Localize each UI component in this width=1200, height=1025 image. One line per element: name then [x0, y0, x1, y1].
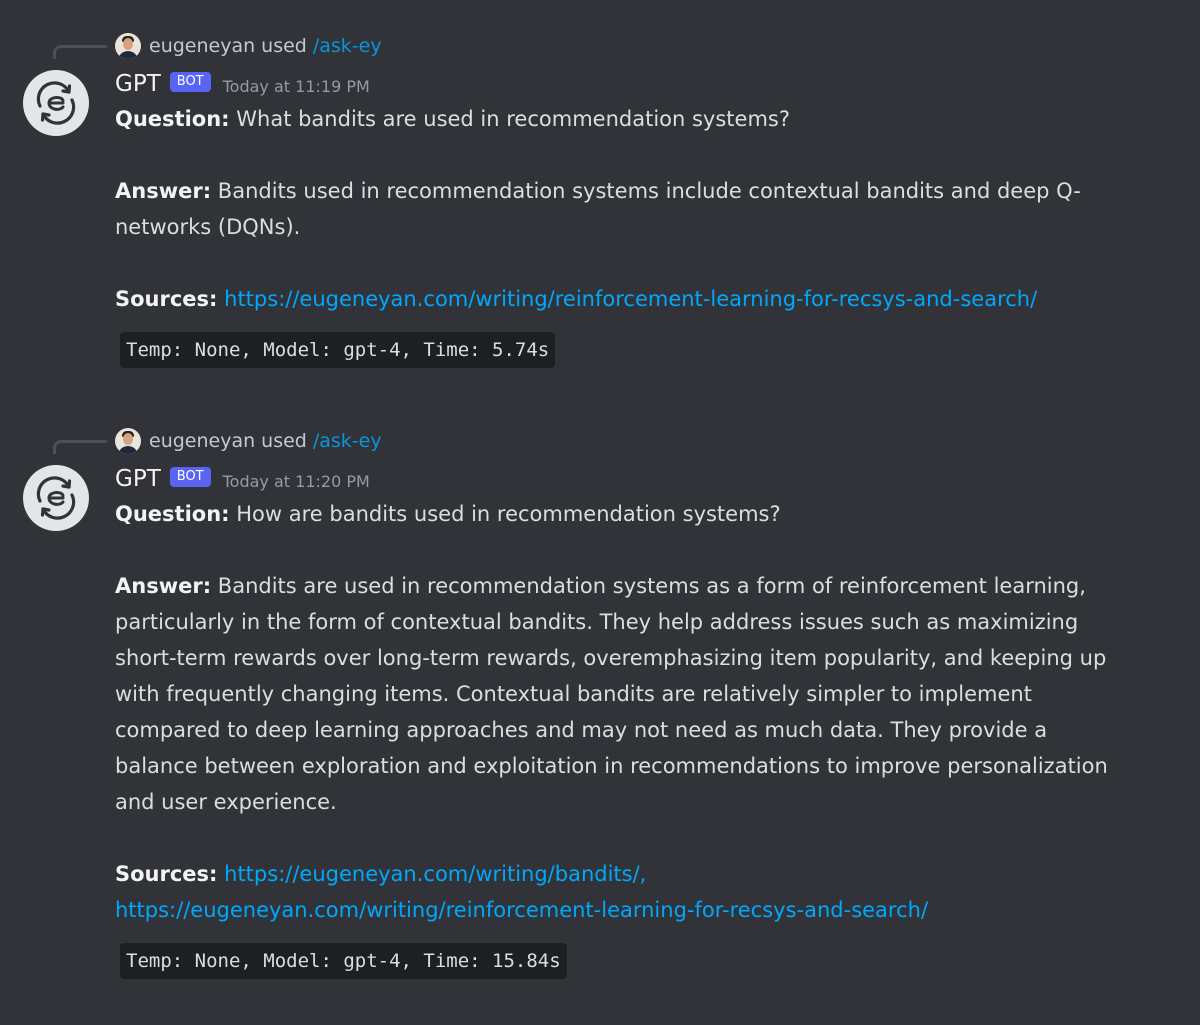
sources-line: Sources: https://eugeneyan.com/writing/r… — [115, 281, 1135, 317]
reply-username[interactable]: eugeneyan — [149, 430, 255, 452]
question-line: Question: What bandits are used in recom… — [115, 101, 1135, 137]
bot-avatar-icon[interactable] — [23, 465, 89, 531]
question-line: Question: How are bandits used in recomm… — [115, 496, 1135, 532]
answer-text: Bandits used in recommendation systems i… — [115, 179, 1081, 239]
reply-username[interactable]: eugeneyan — [149, 35, 255, 57]
answer-label: Answer: — [115, 179, 212, 203]
answer-label: Answer: — [115, 574, 212, 598]
bot-username[interactable]: GPT — [115, 466, 161, 492]
message-content: Question: How are bandits used in recomm… — [115, 496, 1135, 979]
message-header: GPT BOT Today at 11:20 PM — [115, 463, 370, 495]
message-content: Question: What bandits are used in recom… — [115, 101, 1135, 368]
user-avatar-icon[interactable] — [115, 33, 141, 59]
question-text: How are bandits used in recommendation s… — [236, 502, 781, 526]
message-header: GPT BOT Today at 11:19 PM — [115, 68, 370, 100]
run-meta-code: Temp: None, Model: gpt-4, Time: 5.74s — [120, 332, 556, 368]
reply-connector — [53, 45, 107, 59]
reply-reference[interactable]: eugeneyan used /ask-ey — [115, 31, 382, 61]
user-avatar-icon[interactable] — [115, 428, 141, 454]
question-label: Question: — [115, 502, 230, 526]
source-link[interactable]: https://eugeneyan.com/writing/reinforcem… — [224, 287, 1037, 311]
message-timestamp[interactable]: Today at 11:19 PM — [223, 77, 370, 96]
answer-paragraph: Answer: Bandits are used in recommendati… — [115, 568, 1135, 820]
answer-paragraph: Answer: Bandits used in recommendation s… — [115, 173, 1135, 245]
bot-badge: BOT — [169, 467, 211, 487]
question-label: Question: — [115, 107, 230, 131]
reply-connector — [53, 440, 107, 454]
reply-command-link[interactable]: /ask-ey — [313, 430, 382, 452]
message-list: eugeneyan used /ask-ey GPT BOT Today at … — [0, 0, 1200, 1025]
reply-command-link[interactable]: /ask-ey — [313, 35, 382, 57]
reply-action: used — [261, 35, 307, 57]
sources-line: Sources: https://eugeneyan.com/writing/b… — [115, 856, 1135, 928]
reply-action: used — [261, 430, 307, 452]
bot-avatar-icon[interactable] — [23, 70, 89, 136]
question-text: What bandits are used in recommendation … — [236, 107, 790, 131]
reply-reference[interactable]: eugeneyan used /ask-ey — [115, 426, 382, 456]
run-meta-code: Temp: None, Model: gpt-4, Time: 15.84s — [120, 943, 567, 979]
answer-text: Bandits are used in recommendation syste… — [115, 574, 1108, 814]
message-timestamp[interactable]: Today at 11:20 PM — [223, 472, 370, 491]
sources-label: Sources: — [115, 287, 218, 311]
source-link[interactable]: https://eugeneyan.com/writing/reinforcem… — [115, 898, 928, 922]
bot-username[interactable]: GPT — [115, 71, 161, 97]
source-link[interactable]: https://eugeneyan.com/writing/bandits/, — [224, 862, 646, 886]
bot-badge: BOT — [169, 72, 211, 92]
sources-label: Sources: — [115, 862, 218, 886]
